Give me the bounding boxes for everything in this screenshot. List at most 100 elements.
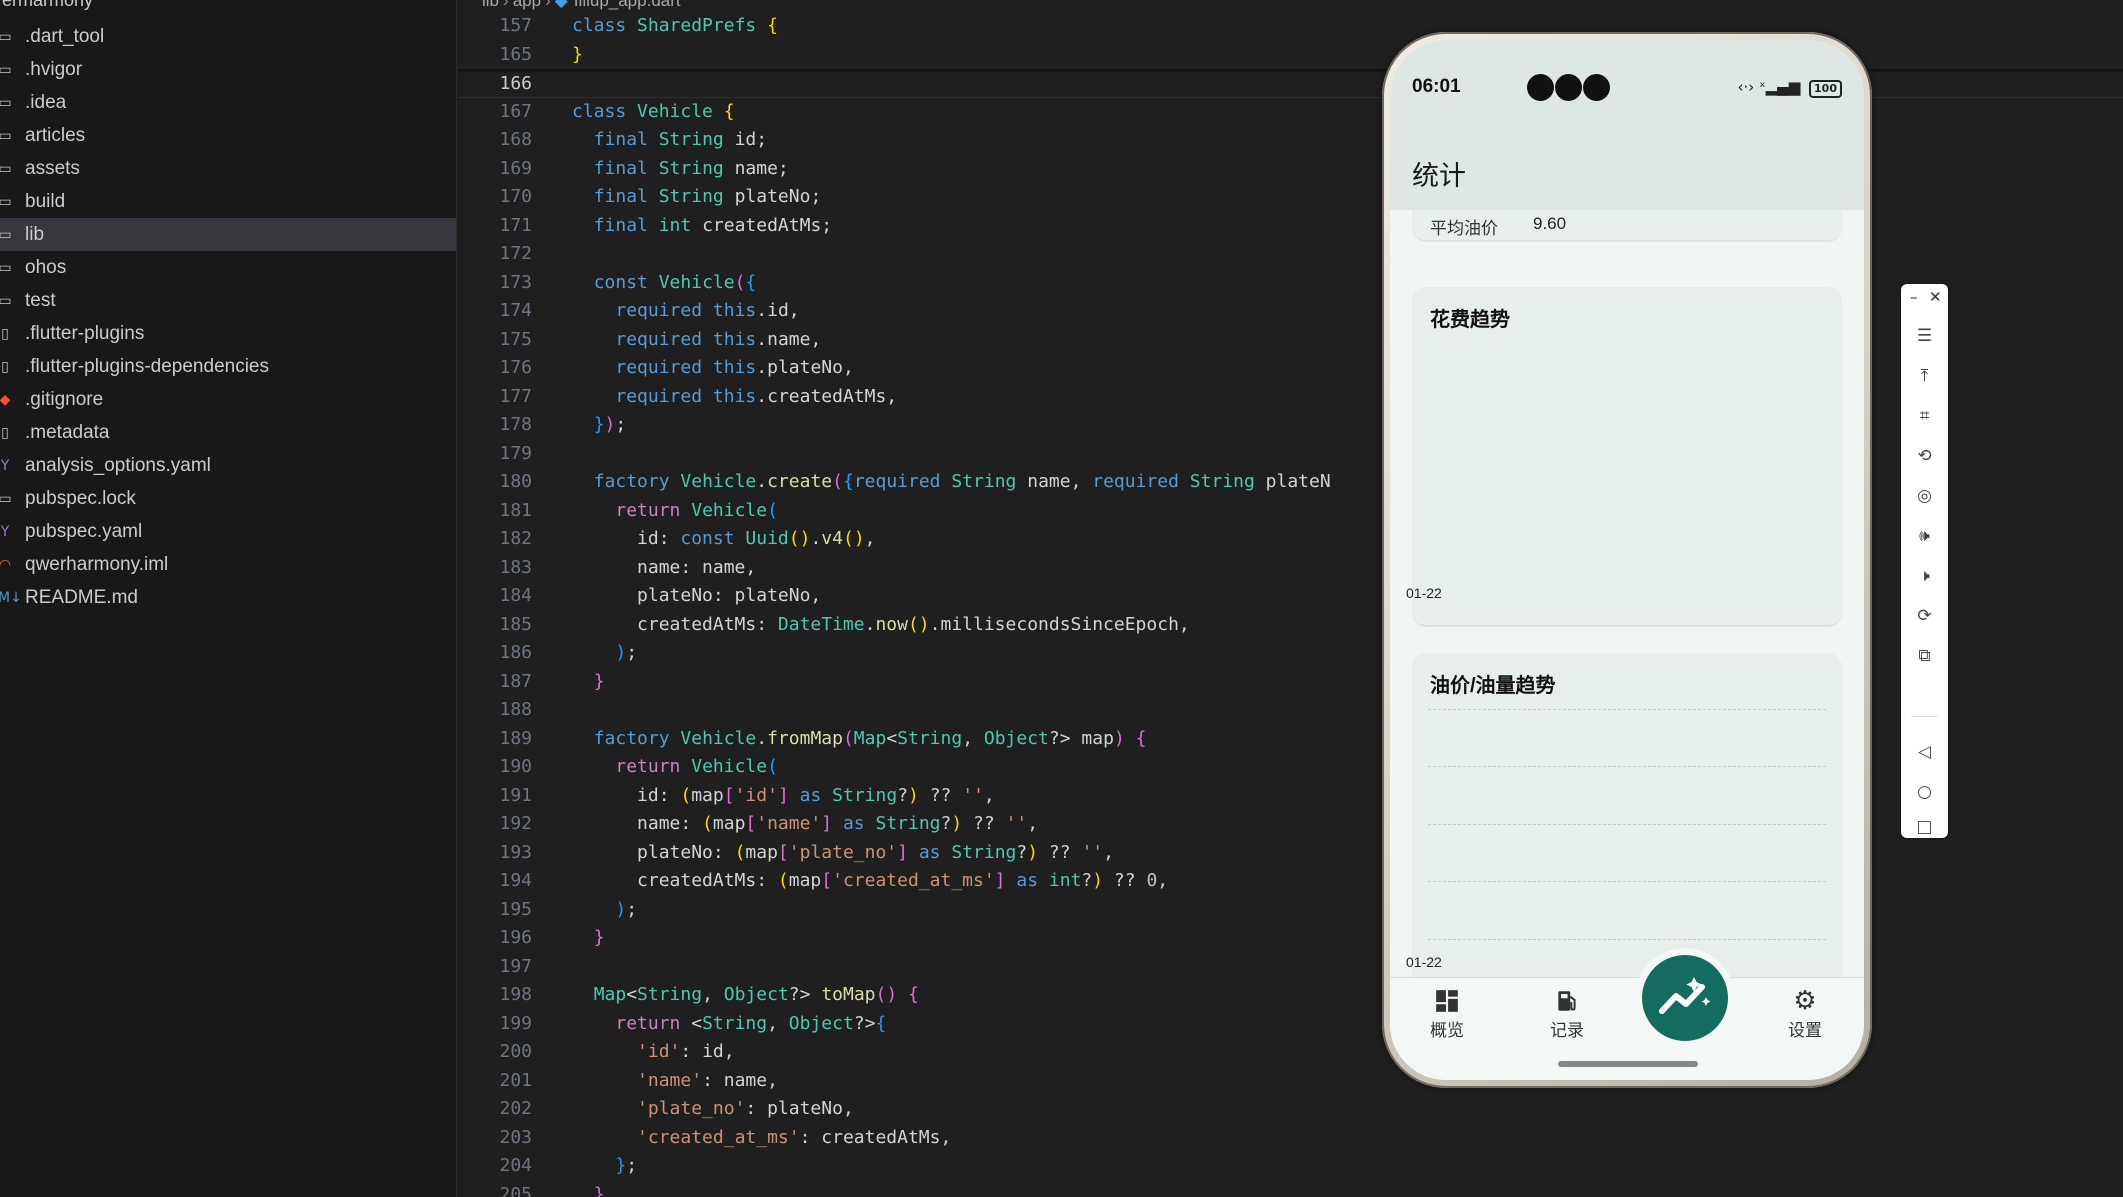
code-line[interactable]: 185 createdAtMs: DateTime.now().millisec… bbox=[458, 611, 2123, 640]
code-line[interactable]: 188 bbox=[458, 696, 2123, 725]
code-line[interactable]: 202 'plate_no': plateNo, bbox=[458, 1095, 2123, 1124]
code-line[interactable]: 199 return <String, Object?>{ bbox=[458, 1010, 2123, 1039]
minimize-icon[interactable]: – bbox=[1910, 288, 1918, 306]
location-icon[interactable]: ◎ bbox=[1901, 481, 1948, 511]
code-line[interactable]: 174 required this.id, bbox=[458, 297, 2123, 326]
line-number: 201 bbox=[499, 1069, 532, 1091]
code-line[interactable]: 205 } bbox=[458, 1181, 2123, 1197]
explorer-item[interactable]: ▭ test bbox=[0, 284, 456, 317]
line-source: id: (map['id'] as String?) ?? '', bbox=[572, 784, 995, 806]
code-line[interactable]: 165} bbox=[458, 40, 2123, 69]
recents-icon[interactable]: □ bbox=[1901, 817, 1948, 837]
nav-overview[interactable]: 概览 bbox=[1407, 988, 1487, 1041]
explorer-item[interactable]: ▭ .dart_tool bbox=[0, 20, 456, 53]
code-line[interactable]: 198 Map<String, Object?> toMap() { bbox=[458, 981, 2123, 1010]
code-line[interactable]: 197 bbox=[458, 953, 2123, 982]
explorer-item[interactable]: ▯ .flutter-plugins bbox=[0, 317, 456, 350]
stats-fab-button[interactable] bbox=[1642, 955, 1728, 1041]
code-line[interactable]: 201 'name': name, bbox=[458, 1067, 2123, 1096]
price-volume-trend-card: 油价/油量趋势 01-22 bbox=[1406, 653, 1842, 998]
code-line[interactable]: 179 bbox=[458, 440, 2123, 469]
line-source: final String id; bbox=[593, 129, 768, 150]
code-line[interactable]: 178 }); bbox=[458, 411, 2123, 440]
line-number: 165 bbox=[499, 43, 532, 65]
explorer-item[interactable]: ▭ .hvigor bbox=[0, 53, 456, 86]
code-line[interactable]: 192 name: (map['name'] as String?) ?? ''… bbox=[458, 810, 2123, 839]
explorer-item[interactable]: ◆ .gitignore bbox=[0, 383, 456, 416]
home-indicator[interactable] bbox=[1558, 1061, 1698, 1067]
code-line[interactable]: 184 plateNo: plateNo, bbox=[458, 582, 2123, 611]
code-line[interactable]: 196 } bbox=[458, 924, 2123, 953]
home-icon[interactable]: ○ bbox=[1901, 777, 1948, 807]
breadcrumb-app[interactable]: app bbox=[513, 0, 541, 10]
explorer-item[interactable]: ▯ .metadata bbox=[0, 416, 456, 449]
code-lines[interactable]: 157 class SharedPrefs {165} 166 167 class Ve… bbox=[458, 12, 2123, 1197]
phone-screen[interactable]: 06:01 ‹·› ˣ▂▄▆ 100 统计 平均油价 9.60 花费趋势 01-… bbox=[1390, 40, 1864, 1080]
rotate-icon[interactable]: ⟲ bbox=[1901, 441, 1948, 471]
multi-screen-icon[interactable]: ⧉ bbox=[1901, 641, 1948, 671]
code-line[interactable]: 204 }; bbox=[458, 1152, 2123, 1181]
code-editor[interactable]: lib › app › ◆ fillup_app.dart 157 class Shared… bbox=[458, 0, 2123, 1197]
explorer-item[interactable]: ▭ build bbox=[0, 185, 456, 218]
explorer-item[interactable]: Yanalysis_options.yaml bbox=[0, 449, 456, 482]
line-source: 'id': id, bbox=[637, 1041, 735, 1062]
explorer-item-label: .metadata bbox=[25, 421, 110, 443]
code-line[interactable]: 190 return Vehicle( bbox=[458, 753, 2123, 782]
code-line[interactable]: 180 factory Vehicle.create({required Str… bbox=[458, 468, 2123, 497]
line-number: 182 bbox=[499, 528, 532, 549]
explorer-item[interactable]: ▭ lib bbox=[0, 218, 456, 251]
nav-settings[interactable]: ⚙ 设置 bbox=[1765, 988, 1845, 1041]
stats-content[interactable]: 平均油价 9.60 花费趋势 01-22 油价/油量趋势 01-22 bbox=[1390, 210, 1864, 1010]
nav-records[interactable]: 记录 bbox=[1527, 988, 1607, 1041]
explorer-item[interactable]: ▭ ohos bbox=[0, 251, 456, 284]
code-line[interactable]: 177 required this.createdAtMs, bbox=[458, 383, 2123, 412]
code-line[interactable]: 186 ); bbox=[458, 639, 2123, 668]
explorer-item[interactable]: Ypubspec.yaml bbox=[0, 515, 456, 548]
code-line[interactable]: 168 final String id; bbox=[458, 126, 2123, 155]
gear-icon: ⚙ bbox=[1793, 986, 1817, 1016]
back-icon[interactable]: ◁ bbox=[1901, 737, 1948, 767]
pin-top-icon[interactable]: ⤒ bbox=[1901, 361, 1948, 391]
code-line[interactable]: 173 const Vehicle({ bbox=[458, 269, 2123, 298]
close-icon[interactable]: ✕ bbox=[1929, 288, 1942, 306]
code-line[interactable]: 191 id: (map['id'] as String?) ?? '', bbox=[458, 782, 2123, 811]
explorer-root-folder[interactable]: ermarmony bbox=[0, 0, 93, 12]
explorer-item[interactable]: ◠ qwerharmony.iml bbox=[0, 548, 456, 581]
code-line[interactable]: 200 'id': id, bbox=[458, 1038, 2123, 1067]
code-line[interactable]: 167 class Vehicle { bbox=[458, 98, 2123, 127]
code-line[interactable]: 175 required this.name, bbox=[458, 326, 2123, 355]
code-line[interactable]: 189 factory Vehicle.fromMap(Map<String, … bbox=[458, 725, 2123, 754]
explorer-item[interactable]: ▭ .idea bbox=[0, 86, 456, 119]
code-line[interactable]: 187 } bbox=[458, 668, 2123, 697]
line-source: return <String, Object?>{ bbox=[615, 1012, 887, 1034]
explorer-item[interactable]: M↓ README.md bbox=[0, 581, 456, 614]
explorer-item[interactable]: ▯ .flutter-plugins-dependencies bbox=[0, 350, 456, 383]
code-line[interactable]: 181 return Vehicle( bbox=[458, 497, 2123, 526]
code-line[interactable]: 182 id: const Uuid().v4(), bbox=[458, 525, 2123, 554]
volume-up-icon[interactable]: 🕪 bbox=[1901, 521, 1948, 551]
explorer-item[interactable]: ▭ pubspec.lock bbox=[0, 482, 456, 515]
code-line[interactable]: 172 bbox=[458, 240, 2123, 269]
explorer-item[interactable]: ▭ articles bbox=[0, 119, 456, 152]
screenshot-icon[interactable]: ⌗ bbox=[1901, 401, 1948, 431]
code-line[interactable]: 176 required this.plateNo, bbox=[458, 354, 2123, 383]
code-line[interactable]: 195 ); bbox=[458, 896, 2123, 925]
code-line[interactable]: 170 final String plateNo; bbox=[458, 183, 2123, 212]
spend-trend-card: 花费趋势 01-22 bbox=[1406, 287, 1842, 627]
code-line[interactable]: 166 bbox=[458, 69, 2123, 98]
explorer-item-label: .flutter-plugins-dependencies bbox=[25, 355, 269, 377]
code-line[interactable]: 169 final String name; bbox=[458, 155, 2123, 184]
explorer-item[interactable]: ▭ assets bbox=[0, 152, 456, 185]
menu-icon[interactable]: ☰ bbox=[1901, 321, 1948, 351]
code-line[interactable]: 193 plateNo: (map['plate_no'] as String?… bbox=[458, 839, 2123, 868]
code-line[interactable]: 203 'created_at_ms': createdAtMs, bbox=[458, 1124, 2123, 1153]
code-line[interactable]: 194 createdAtMs: (map['created_at_ms'] a… bbox=[458, 867, 2123, 896]
nav-overview-label: 概览 bbox=[1430, 1021, 1464, 1040]
breadcrumb-file[interactable]: fillup_app.dart bbox=[574, 0, 681, 10]
code-line[interactable]: 157 class SharedPrefs { bbox=[458, 12, 2123, 41]
code-line[interactable]: 183 name: name, bbox=[458, 554, 2123, 583]
volume-down-icon[interactable]: 🕨 bbox=[1901, 561, 1948, 591]
code-line[interactable]: 171 final int createdAtMs; bbox=[458, 212, 2123, 241]
breadcrumb-lib[interactable]: lib bbox=[482, 0, 499, 10]
shake-icon[interactable]: ⟳ bbox=[1901, 601, 1948, 631]
